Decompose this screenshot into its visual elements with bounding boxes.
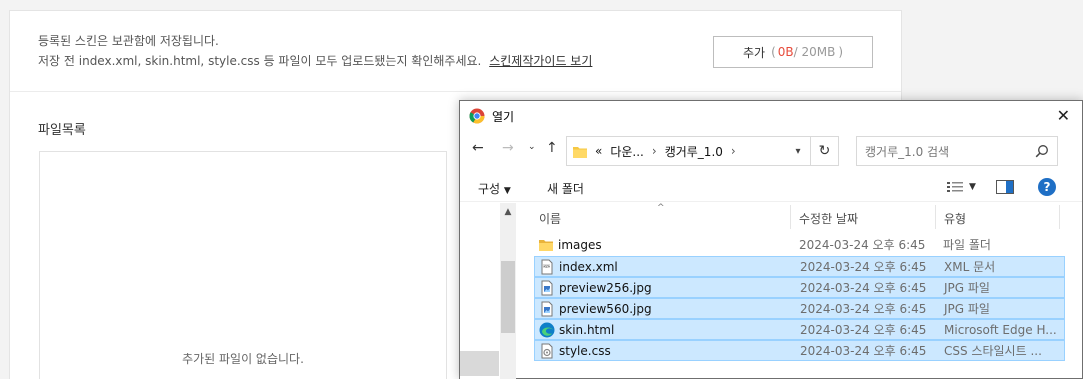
file-type: Microsoft Edge H... xyxy=(944,322,1057,337)
file-date: 2024-03-24 오후 6:45 xyxy=(800,260,927,274)
svg-text:</>: </> xyxy=(543,264,550,268)
refresh-icon[interactable]: ↻ xyxy=(811,136,839,166)
folder-icon xyxy=(539,239,553,251)
info-line-1: 등록된 스킨은 보관함에 저장됩니다. xyxy=(38,34,219,48)
column-separator[interactable] xyxy=(1059,205,1060,229)
file-type: CSS 스타일시트 ... xyxy=(944,344,1042,358)
file-row-images[interactable]: images 2024-03-24 오후 6:45 파일 폴더 xyxy=(534,234,1065,255)
open-file-dialog: 열기 ✕ ← → ⌄ ↑ « 다운... › 캥거루_1.0 › ▾ ↻ 캥거루… xyxy=(459,100,1083,379)
address-overflow[interactable]: « xyxy=(595,144,602,158)
file-date: 2024-03-24 오후 6:45 xyxy=(800,344,927,358)
column-header-name[interactable]: 이름 xyxy=(539,207,561,229)
dropdown-arrow-icon: ▼ xyxy=(503,186,511,196)
info-line-2: 저장 전 index.xml, skin.html, style.css 등 파… xyxy=(38,54,593,68)
column-header-type[interactable]: 유형 xyxy=(944,207,966,229)
scrollbar-thumb[interactable] xyxy=(501,261,515,333)
organize-menu[interactable]: 구성 ▼ xyxy=(478,180,511,197)
nav-pane-selected-item[interactable] xyxy=(460,351,499,376)
search-input[interactable]: 캥거루_1.0 검색 xyxy=(856,136,1058,166)
file-type: JPG 파일 xyxy=(944,302,990,316)
file-name: index.xml xyxy=(559,259,618,274)
css-file-icon xyxy=(541,343,553,358)
file-name: skin.html xyxy=(559,322,615,337)
forward-arrow-icon[interactable]: → xyxy=(502,140,514,156)
back-arrow-icon[interactable]: ← xyxy=(472,140,484,156)
scroll-up-icon[interactable]: ▲ xyxy=(500,207,516,217)
view-dropdown-icon: ▼ xyxy=(969,182,976,192)
navigation-pane: ▲ xyxy=(460,203,516,379)
command-bar: 구성 ▼ 새 폴더 ▼ ? xyxy=(460,172,1082,202)
file-date: 2024-03-24 오후 6:45 xyxy=(800,281,927,295)
close-icon[interactable]: ✕ xyxy=(1057,106,1070,125)
add-file-button[interactable]: 추가 ( 0B / 20MB ) xyxy=(713,36,873,68)
folder-icon xyxy=(573,146,587,158)
address-segment-downloads[interactable]: 다운... xyxy=(610,143,644,160)
view-options[interactable]: ▼ xyxy=(947,180,1014,194)
address-dropdown-icon[interactable]: ▾ xyxy=(786,137,810,165)
file-list: ^ 이름 수정한 날짜 유형 images 2024-03-24 오후 6:45… xyxy=(517,203,1082,379)
preview-pane-icon xyxy=(995,180,1014,194)
paren-open: ( xyxy=(771,45,776,59)
dialog-title: 열기 xyxy=(492,109,515,124)
view-details-icon xyxy=(947,182,963,192)
used-size: 0B xyxy=(777,45,794,59)
image-file-icon xyxy=(541,301,553,316)
file-row-preview256[interactable]: preview256.jpg 2024-03-24 오후 6:45 JPG 파일 xyxy=(534,277,1065,298)
dialog-titlebar[interactable]: 열기 ✕ xyxy=(460,101,1082,131)
file-row-index-xml[interactable]: </> index.xml 2024-03-24 오후 6:45 XML 문서 xyxy=(534,256,1065,277)
divider xyxy=(10,91,901,92)
file-date: 2024-03-24 오후 6:45 xyxy=(800,323,927,337)
address-segment-current[interactable]: 캥거루_1.0 xyxy=(665,143,723,160)
navigation-bar: ← → ⌄ ↑ « 다운... › 캥거루_1.0 › ▾ ↻ 캥거루_1.0 … xyxy=(460,134,1082,168)
total-size: / 20MB xyxy=(793,45,836,59)
file-name: images xyxy=(558,237,602,252)
new-folder-button[interactable]: 새 폴더 xyxy=(547,180,584,197)
file-name: preview560.jpg xyxy=(559,301,652,316)
file-date: 2024-03-24 오후 6:45 xyxy=(800,302,927,316)
sort-caret-icon: ^ xyxy=(657,203,665,213)
empty-message: 추가된 파일이 없습니다. xyxy=(182,352,304,366)
file-row-style-css[interactable]: style.css 2024-03-24 오후 6:45 CSS 스타일시트 .… xyxy=(534,340,1065,361)
file-name: preview256.jpg xyxy=(559,280,652,295)
nav-pane-scrollbar[interactable]: ▲ xyxy=(500,203,516,379)
column-separator[interactable] xyxy=(935,205,936,229)
file-row-skin-html[interactable]: skin.html 2024-03-24 오후 6:45 Microsoft E… xyxy=(534,319,1065,340)
chevron-right-icon[interactable]: › xyxy=(652,144,657,158)
edge-icon xyxy=(539,322,555,337)
help-icon[interactable]: ? xyxy=(1038,178,1056,196)
chevron-right-icon[interactable]: › xyxy=(731,144,736,158)
file-drop-area[interactable]: 추가된 파일이 없습니다. xyxy=(39,151,447,379)
file-type: 파일 폴더 xyxy=(943,238,991,252)
address-bar[interactable]: « 다운... › 캥거루_1.0 › ▾ xyxy=(566,136,811,166)
file-list-title: 파일목록 xyxy=(38,123,86,138)
skin-guide-link[interactable]: 스킨제작가이드 보기 xyxy=(489,54,592,68)
search-placeholder: 캥거루_1.0 검색 xyxy=(865,144,950,159)
file-type: XML 문서 xyxy=(944,260,996,274)
chrome-icon xyxy=(469,108,485,124)
image-file-icon xyxy=(541,280,553,295)
up-arrow-icon[interactable]: ↑ xyxy=(546,140,558,156)
file-row-preview560[interactable]: preview560.jpg 2024-03-24 오후 6:45 JPG 파일 xyxy=(534,298,1065,319)
paren-close: ) xyxy=(838,45,844,59)
recent-locations-chevron-icon[interactable]: ⌄ xyxy=(528,142,536,152)
search-icon xyxy=(1035,145,1048,158)
file-type: JPG 파일 xyxy=(944,281,990,295)
xml-file-icon: </> xyxy=(541,259,553,274)
file-date: 2024-03-24 오후 6:45 xyxy=(799,238,926,252)
add-label: 추가 xyxy=(742,45,766,60)
column-separator[interactable] xyxy=(790,205,791,229)
file-name: style.css xyxy=(559,343,611,358)
info-text: 등록된 스킨은 보관함에 저장됩니다. 저장 전 index.xml, skin… xyxy=(38,31,592,71)
column-header-modified[interactable]: 수정한 날짜 xyxy=(799,207,858,229)
